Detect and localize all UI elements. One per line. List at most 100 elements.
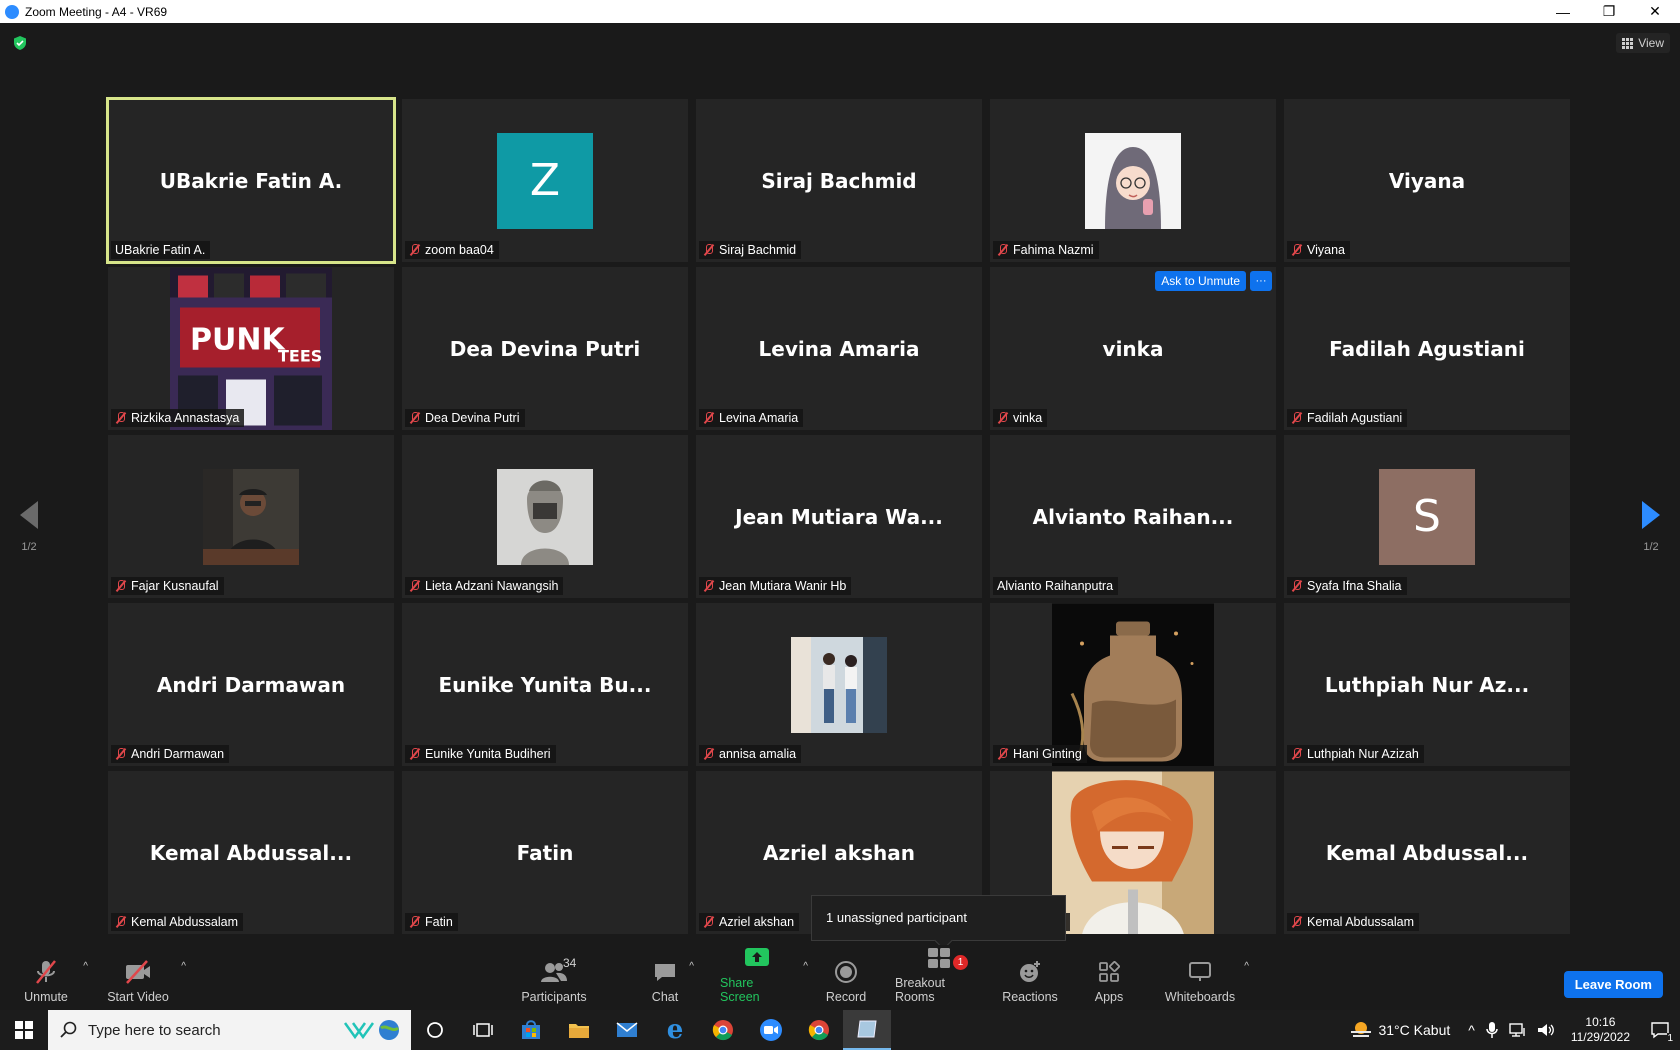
show-hidden-icons-icon[interactable]: ^ bbox=[1468, 1022, 1475, 1038]
taskbar-search-box[interactable]: Type here to search bbox=[48, 1010, 411, 1050]
participant-name: vinka bbox=[1013, 411, 1043, 425]
share-options-caret-icon[interactable]: ^ bbox=[803, 961, 808, 972]
taskbar-zoom-meeting-active[interactable] bbox=[843, 1010, 891, 1050]
share-screen-label: Share Screen bbox=[720, 976, 760, 1004]
breakout-rooms-button[interactable]: 1 Breakout Rooms bbox=[895, 945, 983, 1010]
chat-options-caret-icon[interactable]: ^ bbox=[689, 961, 694, 972]
taskbar-store[interactable] bbox=[507, 1010, 555, 1050]
muted-microphone-icon bbox=[115, 580, 127, 592]
whiteboards-button[interactable]: Whiteboards ^ bbox=[1165, 945, 1249, 1010]
participant-tile[interactable]: UBakrie Fatin A. UBakrie Fatin A. bbox=[106, 97, 396, 264]
participant-tile[interactable]: annisa amalia bbox=[696, 603, 982, 766]
participant-tile[interactable]: Alvianto Raihan... Alvianto Raihanputra bbox=[990, 435, 1276, 598]
start-video-label: Start Video bbox=[107, 990, 169, 1004]
taskbar-mail[interactable] bbox=[603, 1010, 651, 1050]
chat-button[interactable]: Chat ^ bbox=[650, 945, 694, 1010]
participant-tile[interactable]: vinka Ask to Unmute ··· vinka bbox=[990, 267, 1276, 430]
participant-tile[interactable]: Fadilah Agustiani Fadilah Agustiani bbox=[1284, 267, 1570, 430]
participant-tile[interactable]: Kemal Abdussal... Kemal Abdussalam bbox=[108, 771, 394, 934]
prev-page-button[interactable]: 1/2 bbox=[9, 501, 49, 553]
microphone-tray-icon[interactable] bbox=[1485, 1021, 1499, 1039]
participant-tile[interactable]: Jean Mutiara Wa... Jean Mutiara Wanir Hb bbox=[696, 435, 982, 598]
muted-microphone-icon bbox=[115, 412, 127, 424]
participant-tile[interactable]: Kemal Abdussal... Kemal Abdussalam bbox=[1284, 771, 1570, 934]
chat-icon bbox=[653, 959, 677, 985]
restore-button[interactable]: ❐ bbox=[1586, 0, 1632, 23]
participants-button[interactable]: 34 Participants bbox=[519, 945, 589, 1010]
task-view-button[interactable] bbox=[459, 1010, 507, 1050]
unmute-button[interactable]: Unmute ^ bbox=[18, 945, 88, 1010]
reactions-button[interactable]: Reactions bbox=[1002, 945, 1058, 1010]
minimize-button[interactable]: — bbox=[1540, 0, 1586, 23]
participant-name-label: Levina Amaria bbox=[699, 409, 804, 427]
taskbar-clock[interactable]: 10:16 11/29/2022 bbox=[1571, 1015, 1630, 1045]
taskbar-file-explorer[interactable] bbox=[555, 1010, 603, 1050]
participant-tile[interactable]: Luthpiah Nur Az... Luthpiah Nur Azizah bbox=[1284, 603, 1570, 766]
volume-icon[interactable] bbox=[1537, 1022, 1555, 1038]
windows-start-button[interactable] bbox=[0, 1010, 48, 1050]
participant-tile[interactable]: Hani Ginting bbox=[990, 603, 1276, 766]
participant-name: Syafa Ifna Shalia bbox=[1307, 579, 1402, 593]
participant-name-label: Andri Darmawan bbox=[111, 745, 230, 763]
encryption-shield-icon[interactable] bbox=[12, 35, 28, 51]
view-button[interactable]: View bbox=[1616, 33, 1670, 53]
taskbar-zoom[interactable] bbox=[747, 1010, 795, 1050]
windows-logo-icon bbox=[15, 1021, 33, 1039]
action-center-button[interactable]: 1 bbox=[1640, 1010, 1680, 1050]
participant-tile[interactable]: Fajar Kusnaufal bbox=[108, 435, 394, 598]
network-icon[interactable] bbox=[1509, 1022, 1527, 1038]
apps-button[interactable]: Apps bbox=[1094, 945, 1124, 1010]
participants-label: Participants bbox=[521, 990, 587, 1004]
taskbar-edge-legacy[interactable]: e bbox=[651, 1010, 699, 1050]
participant-tile[interactable]: PUNK TEES Rizkika Annastasya bbox=[108, 267, 394, 430]
participant-name: Luthpiah Nur Azizah bbox=[1307, 747, 1419, 761]
close-button[interactable]: ✕ bbox=[1632, 0, 1678, 23]
participant-tile[interactable]: Fatin Fatin bbox=[402, 771, 688, 934]
participant-display-name: Levina Amaria bbox=[758, 336, 920, 361]
video-options-caret-icon[interactable]: ^ bbox=[181, 961, 186, 972]
store-bag-icon bbox=[522, 1020, 540, 1039]
participant-tile[interactable]: Dea Devina Putri Dea Devina Putri bbox=[402, 267, 688, 430]
avatar: Z bbox=[497, 132, 593, 229]
participant-tile[interactable]: Siraj Bachmid Siraj Bachmid bbox=[696, 99, 982, 262]
whiteboard-options-caret-icon[interactable]: ^ bbox=[1244, 961, 1249, 972]
taskbar-chrome-2[interactable] bbox=[795, 1010, 843, 1050]
folder-icon bbox=[569, 1024, 589, 1038]
participant-display-name: Kemal Abdussal... bbox=[1325, 840, 1529, 865]
ask-to-unmute-button[interactable]: Ask to Unmute bbox=[1155, 271, 1246, 291]
participant-tile[interactable]: Levina Amaria Levina Amaria bbox=[696, 267, 982, 430]
svg-text:TEES: TEES bbox=[278, 346, 322, 365]
participant-name-label: Kemal Abdussalam bbox=[1287, 913, 1420, 931]
participant-tile[interactable]: Zzoom baa04 bbox=[402, 99, 688, 262]
participant-display-name: Luthpiah Nur Az... bbox=[1324, 672, 1530, 697]
more-options-button[interactable]: ··· bbox=[1250, 271, 1272, 291]
participant-tile[interactable]: Fahima Nazmi bbox=[990, 99, 1276, 262]
muted-microphone-icon bbox=[997, 244, 1009, 256]
participant-display-name: Siraj Bachmid bbox=[761, 168, 917, 193]
audio-options-caret-icon[interactable]: ^ bbox=[83, 961, 88, 972]
muted-microphone-icon bbox=[703, 580, 715, 592]
start-video-button[interactable]: Start Video ^ bbox=[104, 945, 186, 1010]
cortana-button[interactable] bbox=[411, 1010, 459, 1050]
participant-name: Kemal Abdussalam bbox=[1307, 915, 1415, 929]
muted-microphone-icon bbox=[409, 748, 421, 760]
breakout-rooms-label: Breakout Rooms bbox=[895, 976, 946, 1004]
weather-widget[interactable]: 31°C Kabut bbox=[1350, 1021, 1450, 1039]
muted-microphone-icon bbox=[1291, 580, 1303, 592]
share-screen-button[interactable]: Share Screen ^ bbox=[720, 945, 808, 1010]
taskbar-chrome-1[interactable] bbox=[699, 1010, 747, 1050]
leave-room-button[interactable]: Leave Room bbox=[1563, 971, 1663, 998]
participant-name-label: annisa amalia bbox=[699, 745, 802, 763]
participant-tile[interactable]: Eunike Yunita Bu... Eunike Yunita Budiher… bbox=[402, 603, 688, 766]
participant-name: Alvianto Raihanputra bbox=[997, 579, 1114, 593]
participant-name-label: Fajar Kusnaufal bbox=[111, 577, 224, 595]
participant-tile[interactable]: Andri Darmawan Andri Darmawan bbox=[108, 603, 394, 766]
apps-icon bbox=[1098, 959, 1120, 985]
participant-tile[interactable]: S Syafa Ifna Shalia bbox=[1284, 435, 1570, 598]
muted-microphone-icon bbox=[115, 916, 127, 928]
record-button[interactable]: Record bbox=[826, 945, 866, 1010]
participant-tile[interactable]: Viyana Viyana bbox=[1284, 99, 1570, 262]
video-grid: UBakrie Fatin A. UBakrie Fatin A. Zzoom ba… bbox=[106, 97, 1570, 934]
participant-tile[interactable]: Lieta Adzani Nawangsih bbox=[402, 435, 688, 598]
next-page-button[interactable]: 1/2 bbox=[1631, 501, 1671, 553]
